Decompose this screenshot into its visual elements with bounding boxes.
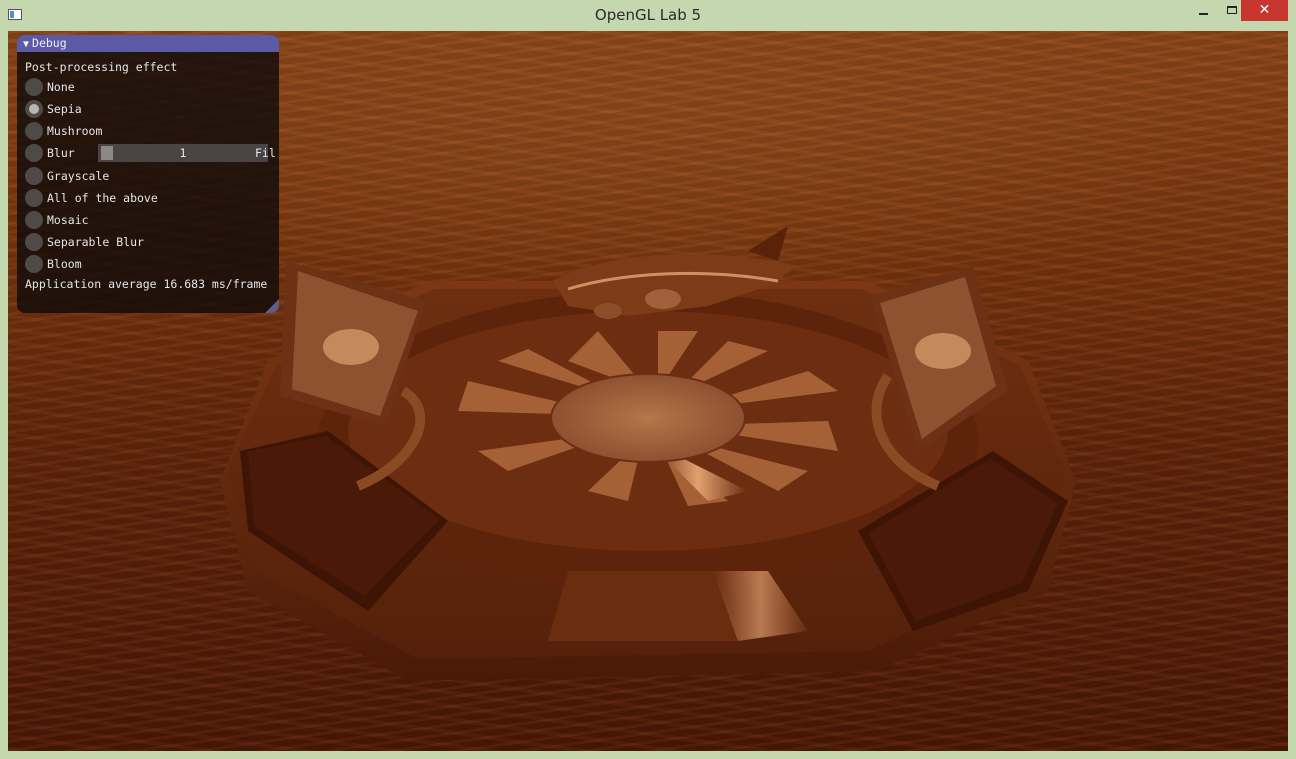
- radio-label-mushroom: Mushroom: [47, 124, 103, 138]
- radio-label-bloom: Bloom: [47, 257, 82, 271]
- maximize-icon: [1227, 6, 1237, 14]
- debug-panel-title: Debug: [32, 36, 67, 50]
- radio-bloom[interactable]: [25, 255, 43, 273]
- minimize-button[interactable]: [1188, 0, 1218, 21]
- debug-panel-header[interactable]: ▼ Debug: [17, 35, 279, 52]
- minimize-icon: [1199, 13, 1208, 15]
- close-icon: ✕: [1258, 2, 1271, 18]
- close-button[interactable]: ✕: [1241, 0, 1288, 21]
- radio-none[interactable]: [25, 78, 43, 96]
- radio-label-grayscale: Grayscale: [47, 169, 110, 183]
- collapse-triangle-icon[interactable]: ▼: [23, 39, 29, 50]
- radio-mushroom[interactable]: [25, 122, 43, 140]
- blur-trailing-label: Fil: [255, 146, 276, 160]
- radio-blur[interactable]: [25, 144, 43, 162]
- section-label: Post-processing effect: [25, 60, 178, 74]
- debug-panel[interactable]: ▼ Debug Post-processing effect None Sepia…: [17, 35, 279, 313]
- radio-label-none: None: [47, 80, 75, 94]
- window-title: OpenGL Lab 5: [594, 6, 702, 24]
- radio-all-of-the-above[interactable]: [25, 189, 43, 207]
- radio-grayscale[interactable]: [25, 167, 43, 185]
- radio-label-separable-blur: Separable Blur: [47, 235, 144, 249]
- radio-label-mosaic: Mosaic: [47, 213, 89, 227]
- radio-mosaic[interactable]: [25, 211, 43, 229]
- radio-label-all-of-the-above: All of the above: [47, 191, 158, 205]
- radio-separable-blur[interactable]: [25, 233, 43, 251]
- title-bar[interactable]: OpenGL Lab 5 ✕: [0, 0, 1296, 31]
- frame-stats: Application average 16.683 ms/frame: [25, 277, 268, 291]
- blur-slider-value: 1: [179, 146, 187, 160]
- resize-grip-icon[interactable]: [265, 299, 279, 313]
- radio-sepia[interactable]: [25, 100, 43, 118]
- blur-slider[interactable]: 1: [98, 144, 268, 162]
- radio-label-sepia: Sepia: [47, 102, 82, 116]
- radio-label-blur: Blur: [47, 146, 75, 160]
